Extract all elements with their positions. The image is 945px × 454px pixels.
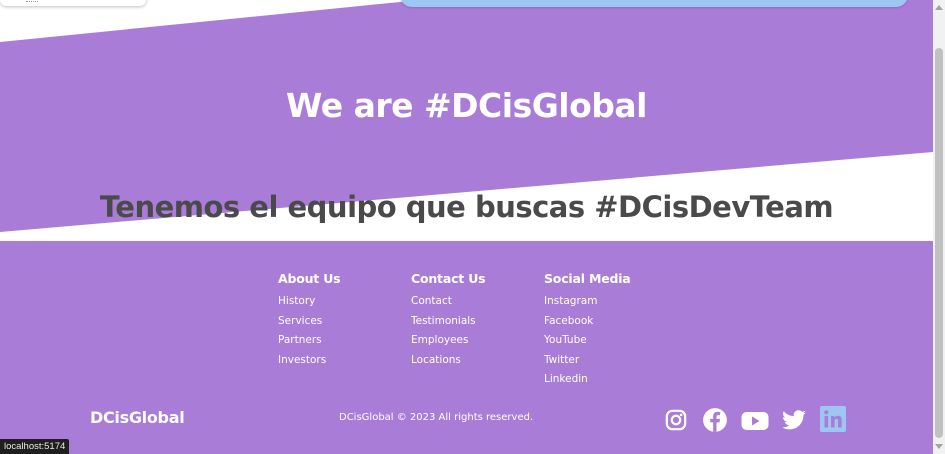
link-locations[interactable]: Locations [411, 354, 461, 366]
scroll-up-arrow-icon[interactable] [935, 5, 943, 10]
status-bar-url: localhost:5174 [0, 439, 70, 454]
footer-column-social: Social Media Instagram Facebook YouTube … [544, 271, 631, 392]
link-twitter[interactable]: Twitter [544, 354, 579, 366]
page: We are #DCisGlobal Tenemos el equipo que… [0, 0, 933, 454]
link-youtube[interactable]: YouTube [544, 334, 587, 346]
link-employees[interactable]: Employees [411, 334, 468, 346]
partial-card-left [0, 0, 146, 6]
link-facebook[interactable]: Facebook [544, 315, 593, 327]
scrollbar-thumb[interactable] [935, 48, 943, 438]
partial-card-right [400, 0, 908, 7]
footer-column-contact: Contact Us Contact Testimonials Employee… [411, 271, 486, 372]
footer-column-about: About Us History Services Partners Inves… [278, 271, 341, 372]
footer-brand[interactable]: DCisGlobal [90, 408, 185, 427]
instagram-icon[interactable] [665, 409, 687, 431]
linkedin-icon[interactable] [820, 406, 846, 432]
copyright-text: DCisGlobal © 2023 All rights reserved. [339, 412, 534, 423]
link-instagram[interactable]: Instagram [544, 295, 597, 307]
about-heading: About Us [278, 271, 341, 286]
link-services[interactable]: Services [278, 315, 322, 327]
hero-subtitle: Tenemos el equipo que buscas #DCisDevTea… [99, 190, 834, 224]
contact-heading: Contact Us [411, 271, 486, 286]
link-linkedin[interactable]: Linkedin [544, 373, 588, 385]
youtube-icon[interactable] [741, 408, 769, 434]
twitter-icon[interactable] [781, 407, 807, 433]
social-heading: Social Media [544, 271, 631, 286]
facebook-icon[interactable] [702, 407, 728, 433]
background-shapes [0, 0, 933, 241]
vertical-scrollbar[interactable] [933, 0, 945, 454]
link-history[interactable]: History [278, 295, 315, 307]
link-testimonials[interactable]: Testimonials [411, 315, 476, 327]
hero-title: We are #DCisGlobal [286, 86, 648, 125]
link-contact[interactable]: Contact [411, 295, 452, 307]
scroll-down-arrow-icon[interactable] [935, 444, 943, 449]
link-investors[interactable]: Investors [278, 354, 326, 366]
link-partners[interactable]: Partners [278, 334, 322, 346]
